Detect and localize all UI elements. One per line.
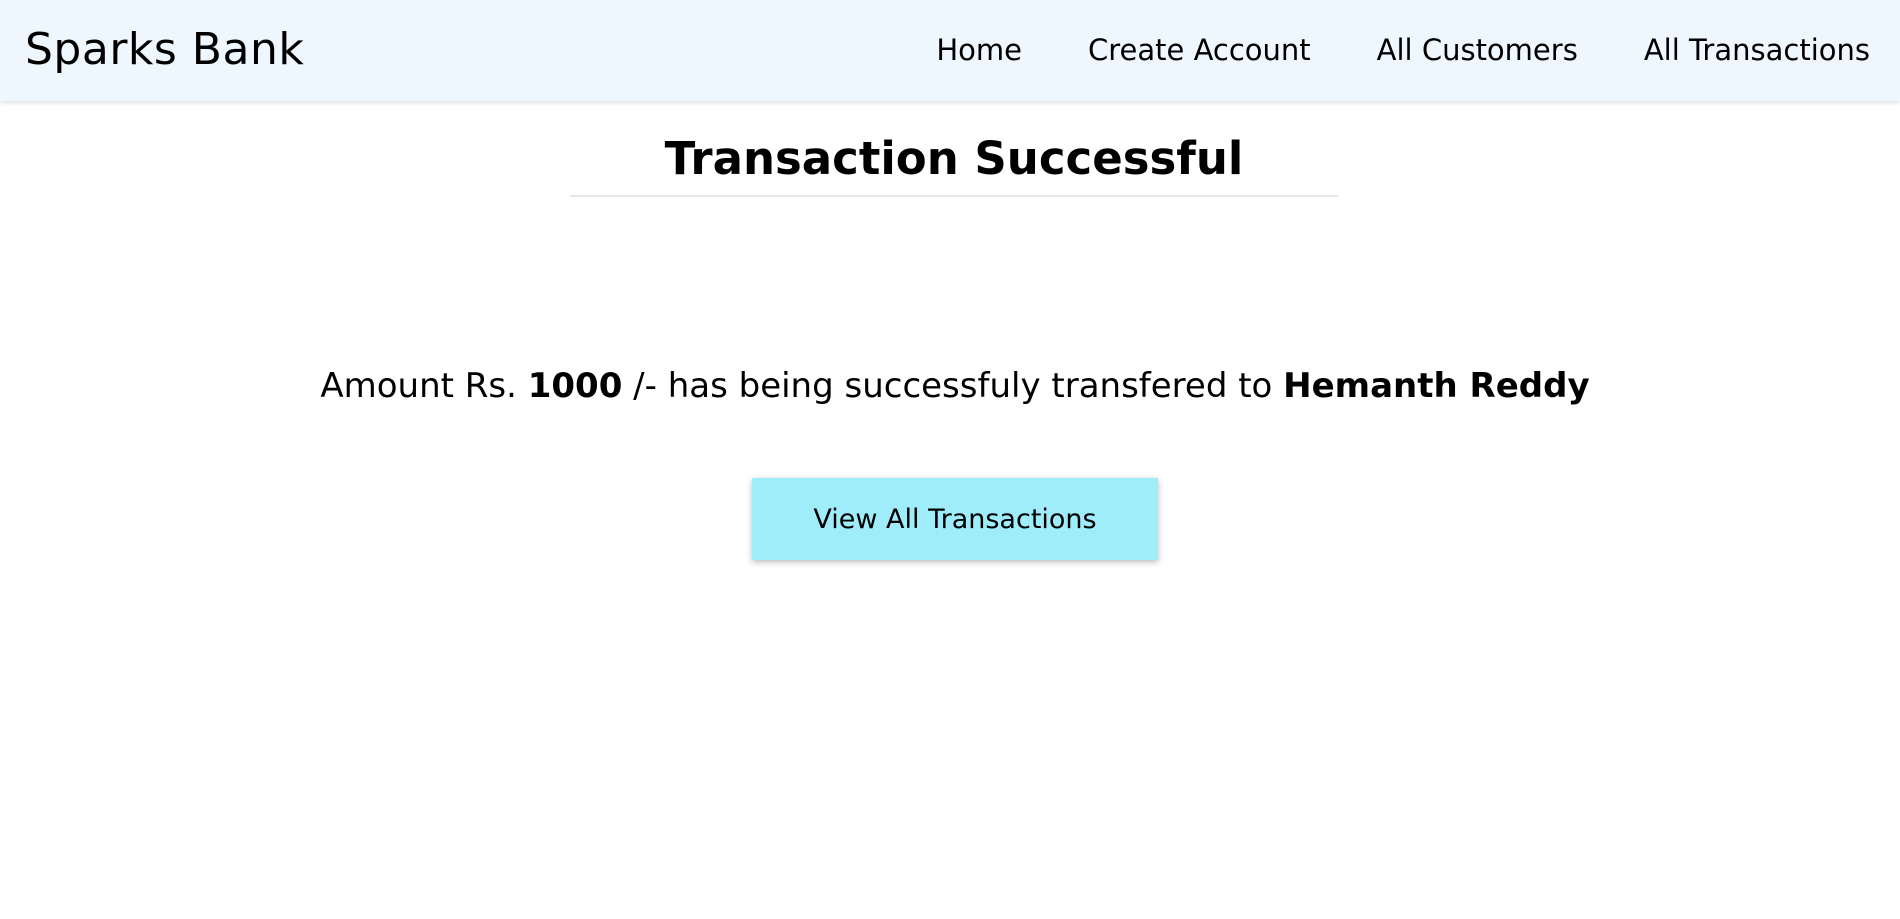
recipient-name: Hemanth Reddy bbox=[1283, 366, 1590, 406]
nav-link-home[interactable]: Home bbox=[936, 30, 1022, 70]
nav-links: Home Create Account All Customers All Tr… bbox=[936, 30, 1870, 70]
nav-link-all-transactions[interactable]: All Transactions bbox=[1644, 30, 1870, 70]
page-title: Transaction Successful bbox=[664, 132, 1244, 185]
transaction-amount: 1000 bbox=[527, 366, 623, 406]
view-all-transactions-button[interactable]: View All Transactions bbox=[752, 478, 1158, 560]
transaction-message: Amount Rs. 1000 /- has being successfuly… bbox=[0, 364, 1900, 408]
title-section: Transaction Successful bbox=[570, 128, 1338, 197]
message-prefix: Amount Rs. bbox=[320, 366, 517, 406]
navbar: Sparks Bank Home Create Account All Cust… bbox=[0, 0, 1900, 101]
brand-logo-text[interactable]: Sparks Bank bbox=[25, 22, 304, 78]
nav-link-create-account[interactable]: Create Account bbox=[1088, 30, 1311, 70]
nav-link-all-customers[interactable]: All Customers bbox=[1377, 30, 1578, 70]
message-middle: /- has being successfuly transfered to bbox=[633, 366, 1273, 406]
title-divider bbox=[570, 195, 1338, 197]
